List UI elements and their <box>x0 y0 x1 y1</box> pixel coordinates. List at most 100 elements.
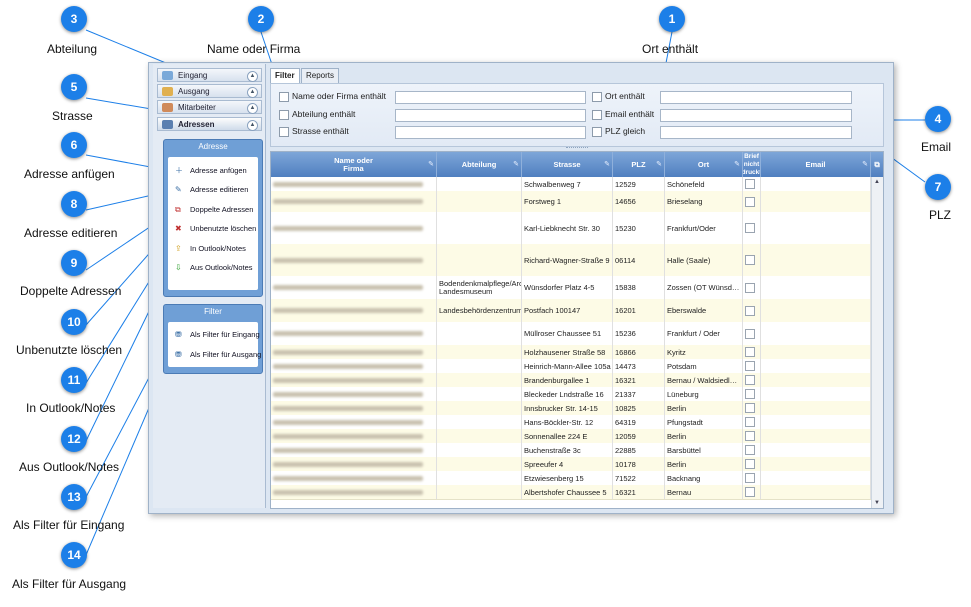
table-row[interactable]: Bodendenkmalpflege/Arc Landesmuseum Wünsd… <box>271 276 871 300</box>
nav-item-ausgang[interactable]: Ausgang ▲ <box>157 84 262 98</box>
row-checkbox[interactable] <box>745 361 755 371</box>
column-header-strasse[interactable]: Strasse ✎ <box>522 152 613 177</box>
ort-input[interactable] <box>660 91 852 104</box>
column-header-abteilung[interactable]: Abteilung ✎ <box>437 152 522 177</box>
adresse-anfuegen-button[interactable]: ＋ Adresse anfügen <box>170 163 256 179</box>
row-checkbox[interactable] <box>745 403 755 413</box>
table-row[interactable]: Müllroser Chaussee 51 15236 Frankfurt / Od… <box>271 322 871 346</box>
row-checkbox[interactable] <box>745 459 755 469</box>
filter-inbox-icon: ⛃ <box>175 330 182 339</box>
nav-item-adressen[interactable]: Adressen ▲ <box>157 117 262 131</box>
name-firma-label: Name oder Firma enthält <box>292 91 387 101</box>
row-checkbox[interactable] <box>745 283 755 293</box>
table-row[interactable]: Albertshofer Chaussee 5 16321 Bernau <box>271 485 871 500</box>
aus-outlook-notes-button[interactable]: ⇩ Aus Outlook/Notes <box>170 260 256 276</box>
adresse-editieren-button[interactable]: ✎ Adresse editieren <box>170 182 256 198</box>
table-header: Name oder Firma ✎ Abteilung ✎ Strasse ✎ PLZ… <box>271 152 883 177</box>
table-row[interactable]: Buchenstraße 3c 22885 Barsbüttel <box>271 443 871 458</box>
row-checkbox[interactable] <box>745 445 755 455</box>
row-checkbox[interactable] <box>745 375 755 385</box>
cell-email <box>761 471 871 485</box>
cell-email <box>761 359 871 373</box>
row-checkbox[interactable] <box>745 347 755 357</box>
scroll-down-arrow-icon[interactable]: ▼ <box>874 500 880 506</box>
row-checkbox[interactable] <box>745 417 755 427</box>
abteilung-checkbox[interactable] <box>279 110 289 120</box>
callout-label-7: PLZ <box>929 208 952 222</box>
plz-input[interactable] <box>660 126 852 139</box>
cell-brief-checkbox <box>743 359 761 373</box>
nav-item-eingang[interactable]: Eingang ▲ <box>157 68 262 82</box>
row-checkbox[interactable] <box>745 431 755 441</box>
callout-label-10: Unbenutzte löschen <box>16 343 123 357</box>
plz-checkbox[interactable] <box>592 127 602 137</box>
row-checkbox[interactable] <box>745 329 755 339</box>
unbenutzte-loeschen-button[interactable]: ✖ Unbenutzte löschen <box>170 221 256 237</box>
cell-abteilung <box>437 429 522 443</box>
callout-label-1: Ort enthält <box>642 42 699 56</box>
scroll-up-arrow-icon[interactable]: ▲ <box>874 179 880 185</box>
tab-filter[interactable]: Filter <box>270 68 300 83</box>
row-checkbox[interactable] <box>745 389 755 399</box>
table-row[interactable]: Spreeufer 4 10178 Berlin <box>271 457 871 472</box>
email-input[interactable] <box>660 109 852 122</box>
cell-strasse: Karl-Liebknecht Str. 30 <box>522 212 613 244</box>
column-header-plz[interactable]: PLZ ✎ <box>613 152 665 177</box>
strasse-input[interactable] <box>395 126 586 139</box>
row-checkbox[interactable] <box>745 473 755 483</box>
tab-reports[interactable]: Reports <box>301 68 340 83</box>
cell-plz: 10178 <box>613 457 665 471</box>
table-row[interactable]: Bleckeder Lndstraße 16 21337 Lüneburg <box>271 387 871 402</box>
adresse-panel-body: ＋ Adresse anfügen ✎ Adresse editieren ⧉ … <box>168 157 258 290</box>
column-header-email[interactable]: Email ✎ <box>761 152 871 177</box>
abteilung-label: Abteilung enthält <box>292 109 356 119</box>
row-checkbox[interactable] <box>745 197 755 207</box>
row-checkbox[interactable] <box>745 487 755 497</box>
als-filter-fuer-eingang-button[interactable]: ⛃ Als Filter für Eingang <box>170 327 260 343</box>
als-filter-fuer-ausgang-button[interactable]: ⛃ Als Filter für Ausgang <box>170 347 261 363</box>
chevron-up-icon: ▲ <box>247 103 258 114</box>
cell-email <box>761 276 871 299</box>
row-checkbox[interactable] <box>745 223 755 233</box>
vertical-scrollbar[interactable]: ▲ ▼ <box>871 177 883 508</box>
edit-address-icon: ✎ <box>175 185 182 194</box>
cell-brief-checkbox <box>743 443 761 457</box>
row-checkbox[interactable] <box>745 306 755 316</box>
row-checkbox[interactable] <box>745 179 755 189</box>
column-header-ort[interactable]: Ort ✎ <box>665 152 743 177</box>
table-row[interactable]: Schwalbenweg 7 12529 Schönefeld <box>271 177 871 192</box>
doppelte-adressen-button[interactable]: ⧉ Doppelte Adressen <box>170 202 256 218</box>
table-row[interactable]: Brandenburgallee 1 16321 Bernau / Waldsied… <box>271 373 871 388</box>
filter-panel: Filter ⛃ Als Filter für Eingang ⛃ Als Fi… <box>163 304 263 374</box>
column-chooser-button[interactable]: ⧉ <box>871 152 883 177</box>
table-row[interactable]: Sonnenallee 224 E 12059 Berlin <box>271 429 871 444</box>
callout-badge-12: 12 <box>61 426 87 452</box>
callout-label-9: Doppelte Adressen <box>20 284 122 298</box>
redacted-name <box>273 199 423 204</box>
column-header-name[interactable]: Name oder Firma ✎ <box>271 152 437 177</box>
table-row[interactable]: Landesbehördenzentrum Postfach 100147 1620… <box>271 299 871 323</box>
strasse-checkbox[interactable] <box>279 127 289 137</box>
table-row[interactable]: Heinrich-Mann-Allee 105a 14473 Potsdam <box>271 359 871 374</box>
cell-email <box>761 401 871 415</box>
table-row[interactable]: Karl-Liebknecht Str. 30 15230 Frankfurt/Od… <box>271 212 871 245</box>
nav-item-mitarbeiter[interactable]: Mitarbeiter ▲ <box>157 100 262 114</box>
cell-brief-checkbox <box>743 373 761 387</box>
name-firma-input[interactable] <box>395 91 586 104</box>
table-row[interactable]: Holzhausener Straße 58 16866 Kyritz <box>271 345 871 360</box>
table-row[interactable]: Richard-Wagner-Straße 9 06114 Halle (Saale… <box>271 244 871 277</box>
abteilung-input[interactable] <box>395 109 586 122</box>
name-firma-checkbox[interactable] <box>279 92 289 102</box>
address-table: Name oder Firma ✎ Abteilung ✎ Strasse ✎ PLZ… <box>270 151 884 509</box>
column-header-brief-nicht-druckt[interactable]: Brief nicht druckt <box>743 152 761 177</box>
email-checkbox[interactable] <box>592 110 602 120</box>
cell-brief-checkbox <box>743 415 761 429</box>
in-outlook-notes-button[interactable]: ⇪ In Outlook/Notes <box>170 241 256 257</box>
ort-checkbox[interactable] <box>592 92 602 102</box>
table-row[interactable]: Hans-Böckler-Str. 12 64319 Pfungstadt <box>271 415 871 430</box>
table-row[interactable]: Etzwiesenberg 15 71522 Backnang <box>271 471 871 486</box>
table-row[interactable]: Forstweg 1 14656 Brieselang <box>271 191 871 213</box>
cell-abteilung <box>437 443 522 457</box>
row-checkbox[interactable] <box>745 255 755 265</box>
table-row[interactable]: Innsbrucker Str. 14-15 10825 Berlin <box>271 401 871 416</box>
